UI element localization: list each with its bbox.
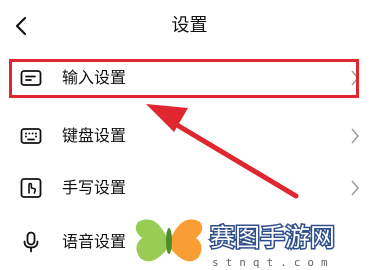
watermark-logo: 赛图手游网 stnqt.com (135, 219, 337, 269)
watermark-text: 赛图手游网 (210, 223, 335, 252)
watermark-subtext: stnqt.com (212, 256, 335, 269)
butterfly-logo-icon (135, 219, 203, 262)
